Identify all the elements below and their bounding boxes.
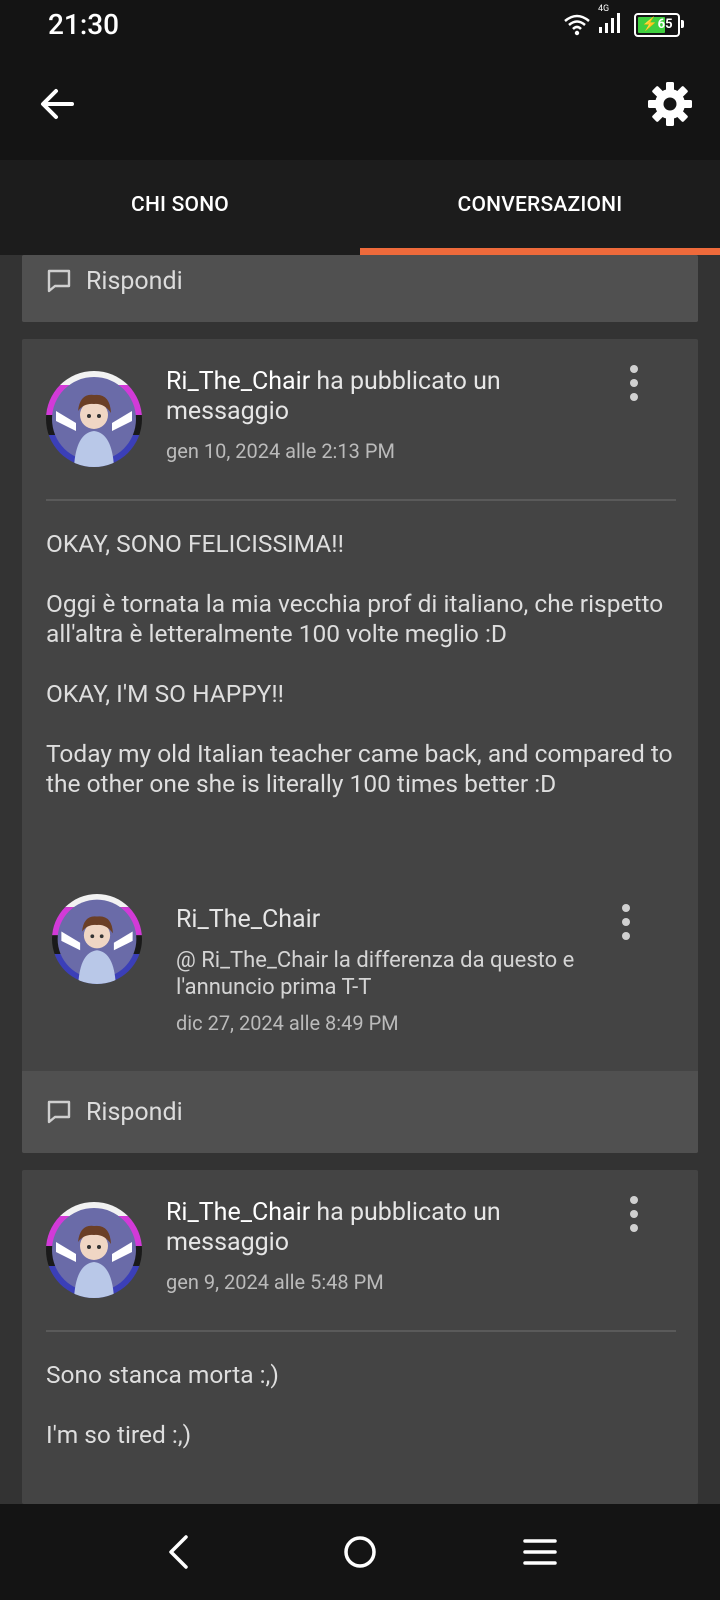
comment-text: @ Ri_The_Chair la differenza da questo e…: [176, 948, 575, 1000]
status-time: 21:30: [48, 8, 120, 41]
post-date: gen 10, 2024 alle 2:13 PM: [166, 439, 395, 463]
app-bar: [0, 50, 720, 160]
nav-back-icon[interactable]: [160, 1532, 200, 1572]
post-header: Ri_The_Chair ha pubblicato un messaggio: [166, 367, 606, 427]
reply-button[interactable]: Rispondi: [22, 1071, 698, 1153]
system-nav-bar: [0, 1504, 720, 1600]
post-author[interactable]: Ri_The_Chair: [166, 367, 310, 396]
comment-author[interactable]: Ri_The_Chair: [176, 905, 320, 934]
reply-button[interactable]: Rispondi: [22, 255, 698, 322]
battery-nub: [681, 20, 684, 28]
wifi-icon: [564, 14, 590, 36]
reply-label: Rispondi: [86, 1097, 183, 1127]
avatar-image: [46, 1202, 142, 1298]
post-paragraph: Oggi è tornata la mia vecchia prof di it…: [46, 589, 664, 648]
nav-home-icon[interactable]: [340, 1532, 380, 1572]
status-icons: 4G ⚡65: [564, 4, 684, 42]
post-body: OKAY, SONO FELICISSIMA!! Oggi è tornata …: [46, 529, 686, 799]
status-bar: 21:30 4G ⚡65: [0, 0, 720, 50]
post-paragraph: OKAY, SONO FELICISSIMA!!: [46, 529, 344, 558]
comment-icon: [47, 1100, 71, 1124]
charging-icon: ⚡: [641, 17, 658, 32]
comment-date: dic 27, 2024 alle 8:49 PM: [176, 1011, 399, 1035]
arrow-left-icon[interactable]: [36, 82, 80, 126]
post-author[interactable]: Ri_The_Chair: [166, 1198, 310, 1227]
post-body: Sono stanca morta :,) I'm so tired :,): [46, 1360, 686, 1450]
reply-label: Rispondi: [86, 266, 183, 296]
cell-signal: 4G: [598, 4, 622, 38]
post-paragraph: Sono stanca morta :,): [46, 1360, 279, 1389]
avatar[interactable]: [46, 1202, 142, 1298]
avatar[interactable]: [46, 371, 142, 467]
comment-icon: [47, 269, 71, 293]
gear-icon[interactable]: [646, 80, 694, 128]
avatar-image: [52, 894, 142, 984]
tab-conversazioni[interactable]: CONVERSAZIONI: [360, 160, 720, 255]
post-date: gen 9, 2024 alle 5:48 PM: [166, 1270, 384, 1294]
previous-post-card: Rispondi: [22, 255, 698, 322]
post-paragraph: OKAY, I'M SO HAPPY!!: [46, 679, 285, 708]
more-options-icon[interactable]: [626, 1195, 642, 1233]
network-type: 4G: [598, 4, 610, 14]
signal-icon: [599, 13, 620, 33]
post-divider: [46, 1330, 676, 1332]
active-tab-indicator: [360, 248, 720, 255]
post-card: Ri_The_Chair ha pubblicato un messaggio …: [22, 339, 698, 1153]
post-paragraph: I'm so tired :,): [46, 1420, 192, 1449]
more-options-icon[interactable]: [618, 903, 634, 941]
comment-avatar[interactable]: [52, 894, 142, 984]
more-options-icon[interactable]: [626, 364, 642, 402]
post-header: Ri_The_Chair ha pubblicato un messaggio: [166, 1198, 606, 1258]
nav-menu-icon[interactable]: [520, 1532, 560, 1572]
avatar-image: [46, 371, 142, 467]
post-divider: [46, 499, 676, 501]
post-paragraph: Today my old Italian teacher came back, …: [46, 739, 673, 798]
post-card: Ri_The_Chair ha pubblicato un messaggio …: [22, 1170, 698, 1504]
tab-chi-sono[interactable]: CHI SONO: [0, 160, 360, 255]
battery-indicator: ⚡65: [634, 13, 684, 37]
battery-percent: ⚡65: [641, 17, 673, 32]
tab-bar: CHI SONO CONVERSAZIONI: [0, 160, 720, 255]
